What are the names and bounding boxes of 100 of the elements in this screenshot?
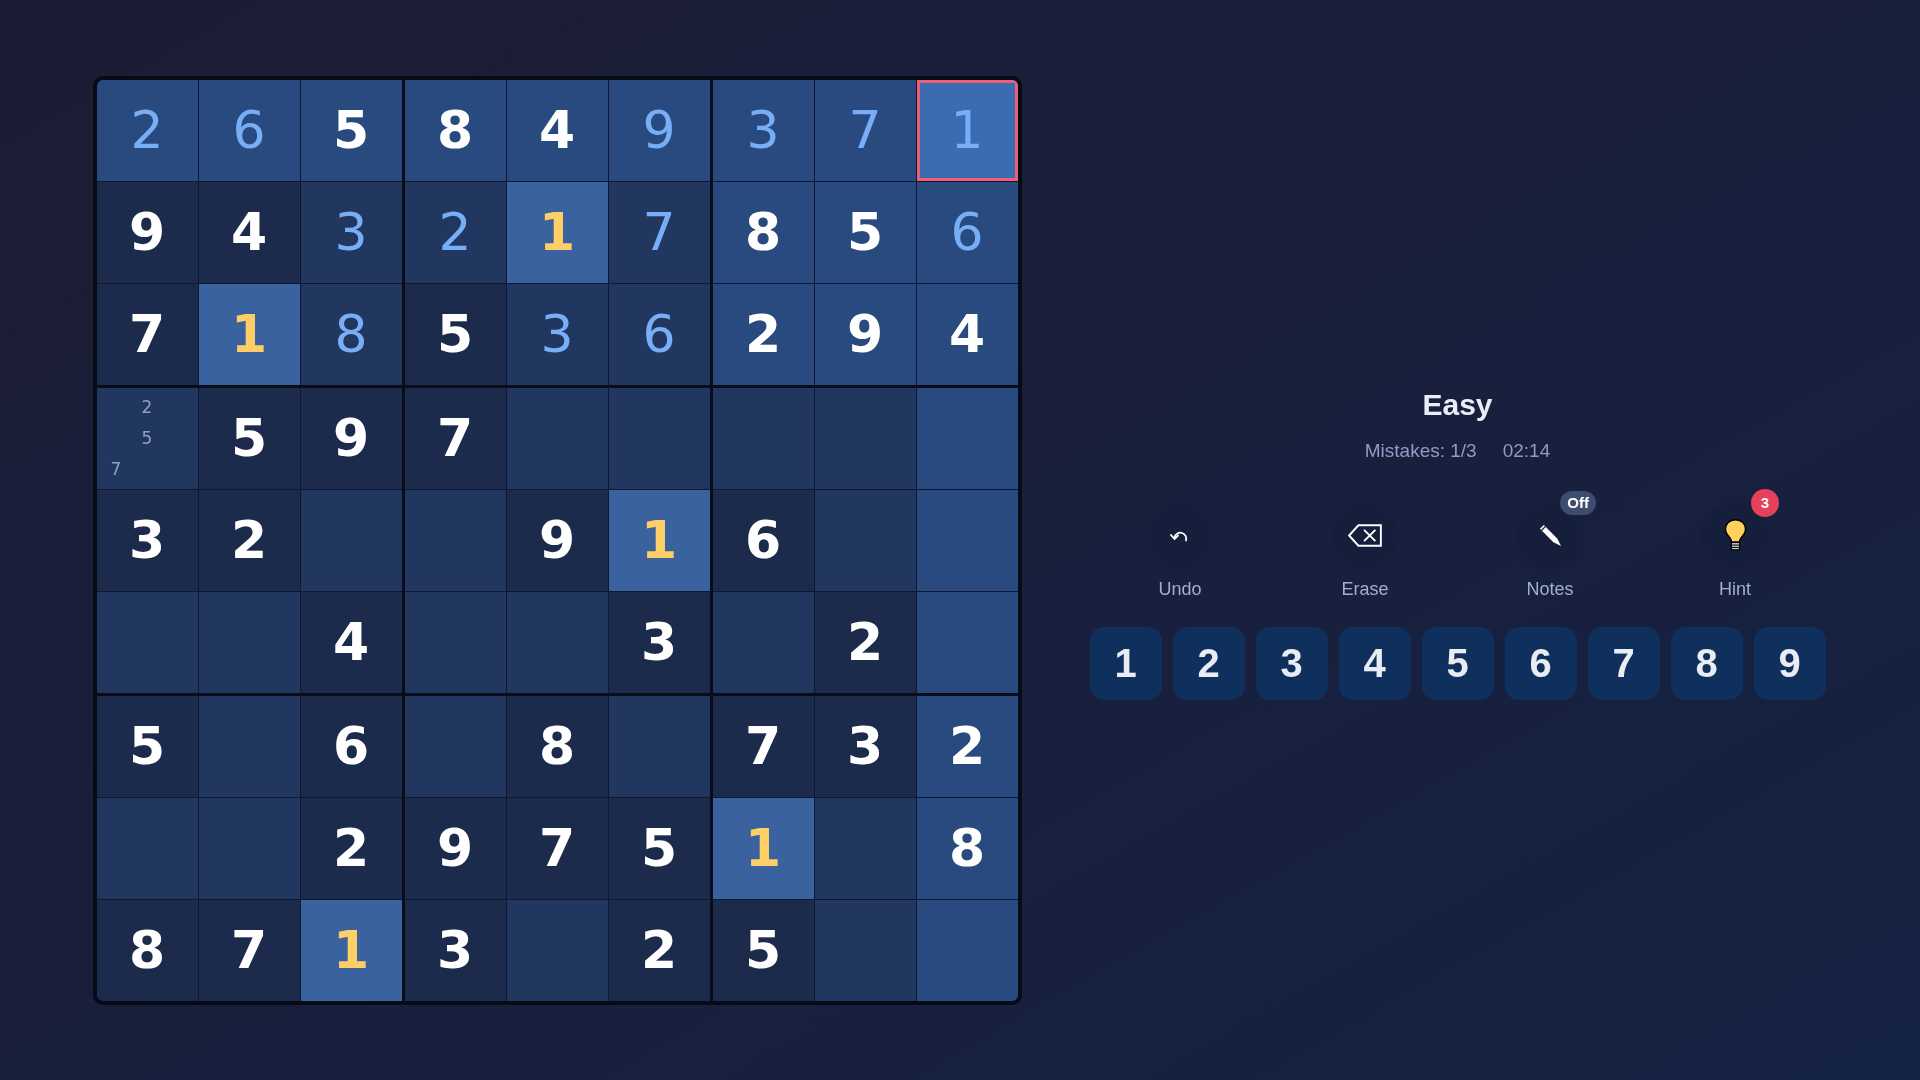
sudoku-cell[interactable]: 8 bbox=[712, 181, 814, 283]
sudoku-cell[interactable] bbox=[712, 591, 814, 693]
tool-label: Undo bbox=[1158, 578, 1202, 600]
sudoku-cell[interactable]: 2 bbox=[916, 695, 1018, 797]
sudoku-cell[interactable]: 2 bbox=[608, 899, 710, 1001]
sudoku-cell[interactable]: 7 bbox=[712, 695, 814, 797]
sudoku-cell[interactable]: 3 bbox=[506, 283, 608, 385]
sudoku-cell[interactable]: 9 bbox=[506, 489, 608, 591]
sudoku-cell[interactable]: 1 bbox=[712, 797, 814, 899]
sudoku-cell[interactable]: 3 bbox=[712, 79, 814, 181]
sudoku-cell[interactable]: 5 bbox=[300, 79, 402, 181]
sudoku-cell[interactable] bbox=[198, 695, 300, 797]
sudoku-cell[interactable] bbox=[608, 695, 710, 797]
sudoku-cell[interactable]: 2 bbox=[198, 489, 300, 591]
sudoku-cell[interactable]: 7 bbox=[96, 283, 198, 385]
number-button[interactable]: 3 bbox=[1255, 626, 1328, 700]
sudoku-cell[interactable]: 5 bbox=[198, 387, 300, 489]
sudoku-cell[interactable] bbox=[198, 591, 300, 693]
sudoku-cell[interactable]: 2 5 7 bbox=[96, 387, 198, 489]
status-badge: Off bbox=[1560, 490, 1596, 515]
sudoku-cell[interactable] bbox=[916, 591, 1018, 693]
sudoku-cell[interactable]: 5 bbox=[96, 695, 198, 797]
sudoku-cell[interactable] bbox=[96, 797, 198, 899]
sudoku-cell[interactable]: 8 bbox=[96, 899, 198, 1001]
sudoku-cell[interactable]: 2 bbox=[300, 797, 402, 899]
sudoku-cell[interactable]: 9 bbox=[608, 79, 710, 181]
erase-icon bbox=[1348, 524, 1382, 547]
sudoku-cell[interactable] bbox=[916, 387, 1018, 489]
sudoku-cell[interactable]: 9 bbox=[96, 181, 198, 283]
sudoku-cell[interactable]: 2 bbox=[712, 283, 814, 385]
sudoku-cell[interactable] bbox=[712, 387, 814, 489]
sudoku-cell[interactable]: 3 bbox=[608, 591, 710, 693]
sudoku-cell[interactable]: 9 bbox=[404, 797, 506, 899]
sudoku-cell[interactable]: 8 bbox=[506, 695, 608, 797]
sudoku-cell[interactable] bbox=[404, 489, 506, 591]
sudoku-cell[interactable] bbox=[300, 489, 402, 591]
sudoku-cell[interactable] bbox=[916, 899, 1018, 1001]
difficulty-title: Easy bbox=[1422, 386, 1493, 423]
sudoku-cell[interactable] bbox=[506, 899, 608, 1001]
timer-text: 02:14 bbox=[1502, 438, 1551, 463]
sudoku-cell[interactable]: 3 bbox=[814, 695, 916, 797]
sudoku-cell[interactable] bbox=[506, 387, 608, 489]
sudoku-cell[interactable] bbox=[404, 695, 506, 797]
sudoku-cell[interactable]: 2 bbox=[404, 181, 506, 283]
sudoku-cell[interactable]: 6 bbox=[916, 181, 1018, 283]
sudoku-cell[interactable]: 6 bbox=[608, 283, 710, 385]
sudoku-cell[interactable] bbox=[506, 591, 608, 693]
sudoku-cell[interactable]: 6 bbox=[198, 79, 300, 181]
sudoku-cell[interactable]: 3 bbox=[300, 181, 402, 283]
note-digit: 5 bbox=[141, 429, 153, 447]
sudoku-cell[interactable]: 7 bbox=[198, 899, 300, 1001]
sudoku-cell[interactable] bbox=[404, 591, 506, 693]
sudoku-cell[interactable] bbox=[814, 489, 916, 591]
sudoku-cell[interactable]: 9 bbox=[300, 387, 402, 489]
number-button[interactable]: 1 bbox=[1089, 626, 1162, 700]
count-badge: 3 bbox=[1751, 488, 1779, 517]
sudoku-cell[interactable]: 8 bbox=[300, 283, 402, 385]
sudoku-cell[interactable]: 7 bbox=[404, 387, 506, 489]
tool-label: Erase bbox=[1341, 578, 1389, 600]
sudoku-cell[interactable] bbox=[814, 797, 916, 899]
number-button[interactable]: 2 bbox=[1172, 626, 1245, 700]
sudoku-cell[interactable]: 1 bbox=[300, 899, 402, 1001]
sudoku-cell[interactable]: 5 bbox=[404, 283, 506, 385]
lightbulb-icon bbox=[1723, 518, 1747, 553]
sudoku-cell[interactable]: 1 bbox=[608, 489, 710, 591]
sudoku-cell[interactable]: 1 bbox=[198, 283, 300, 385]
sudoku-cell[interactable]: 3 bbox=[404, 899, 506, 1001]
sudoku-cell[interactable] bbox=[96, 591, 198, 693]
sudoku-cell[interactable]: 6 bbox=[300, 695, 402, 797]
sudoku-cell[interactable]: 2 bbox=[814, 591, 916, 693]
sudoku-cell[interactable]: 5 bbox=[712, 899, 814, 1001]
number-button[interactable]: 8 bbox=[1670, 626, 1743, 700]
sudoku-cell[interactable]: 4 bbox=[916, 283, 1018, 385]
sudoku-cell[interactable]: 2 bbox=[96, 79, 198, 181]
mistakes-counter: Mistakes: 1/3 bbox=[1364, 438, 1477, 463]
sudoku-cell[interactable]: 5 bbox=[608, 797, 710, 899]
sudoku-cell[interactable]: 4 bbox=[506, 79, 608, 181]
sudoku-cell[interactable] bbox=[198, 797, 300, 899]
sudoku-cell[interactable] bbox=[916, 489, 1018, 591]
sudoku-cell[interactable]: 3 bbox=[96, 489, 198, 591]
sudoku-cell[interactable]: 4 bbox=[198, 181, 300, 283]
sudoku-cell[interactable]: 1 bbox=[506, 181, 608, 283]
sudoku-cell[interactable] bbox=[814, 899, 916, 1001]
sudoku-cell[interactable]: 4 bbox=[300, 591, 402, 693]
sudoku-cell[interactable]: 8 bbox=[916, 797, 1018, 899]
sudoku-cell[interactable]: 7 bbox=[506, 797, 608, 899]
sudoku-cell[interactable] bbox=[814, 387, 916, 489]
number-button[interactable]: 5 bbox=[1421, 626, 1494, 700]
sudoku-cell[interactable]: 6 bbox=[712, 489, 814, 591]
sudoku-cell[interactable] bbox=[608, 387, 710, 489]
note-digit: 7 bbox=[110, 460, 122, 478]
sudoku-cell[interactable]: 8 bbox=[404, 79, 506, 181]
sudoku-cell[interactable]: 9 bbox=[814, 283, 916, 385]
sudoku-cell[interactable]: 5 bbox=[814, 181, 916, 283]
number-button[interactable]: 4 bbox=[1338, 626, 1411, 700]
number-button[interactable]: 9 bbox=[1753, 626, 1826, 700]
sudoku-cell[interactable]: 7 bbox=[608, 181, 710, 283]
number-button[interactable]: 7 bbox=[1587, 626, 1660, 700]
number-button[interactable]: 6 bbox=[1504, 626, 1577, 700]
sudoku-cell[interactable]: 7 bbox=[814, 79, 916, 181]
